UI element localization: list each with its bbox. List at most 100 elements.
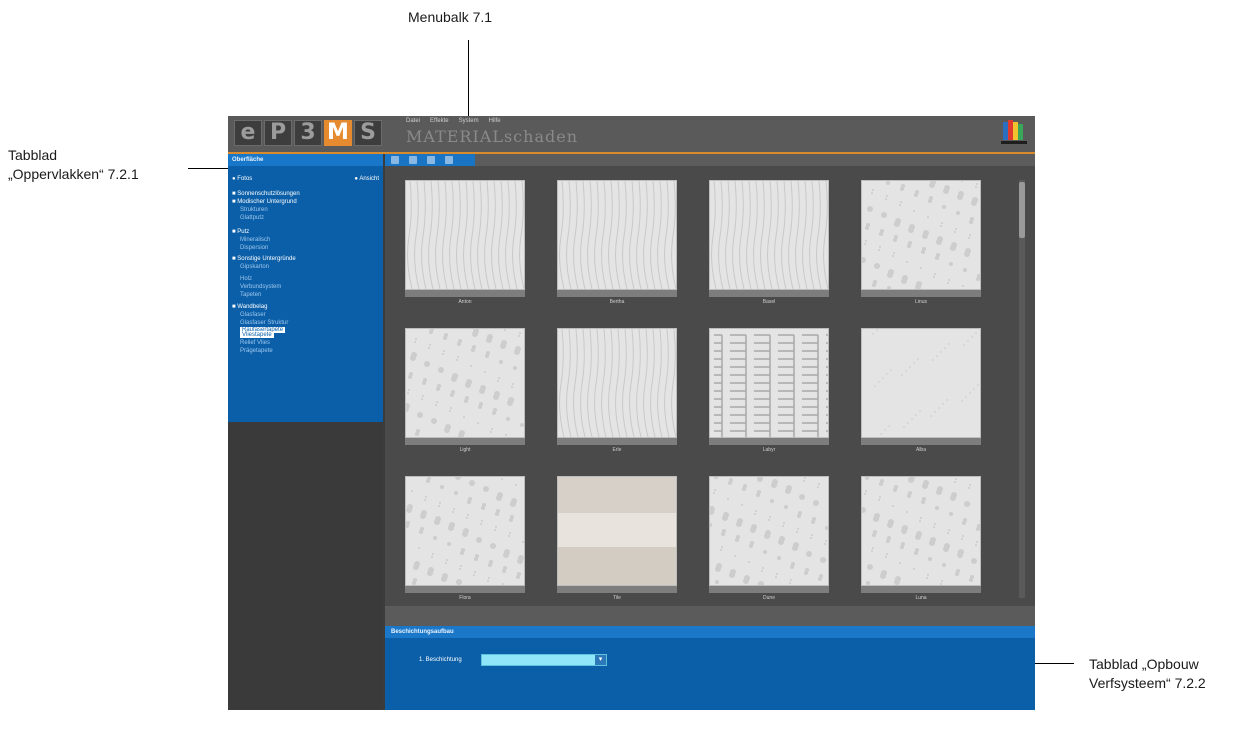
sidebar-item[interactable]: Prägetapete (240, 348, 273, 354)
menu-item-effekte[interactable]: Effekte (430, 118, 449, 124)
swatch-image[interactable] (860, 179, 981, 290)
toolbar-button-2[interactable] (409, 156, 417, 164)
swatch-texture (406, 180, 525, 290)
sidebar-item[interactable]: ■ Sonnenschutzlösungen (232, 191, 300, 197)
swatch-texture (710, 329, 834, 439)
swatch-caption-bar (405, 586, 525, 593)
swatch-caption-bar (709, 586, 829, 593)
photos-option[interactable]: ● Fotos (232, 176, 252, 182)
swatch-image[interactable] (557, 180, 677, 290)
sidebar-item-label: Holz (240, 276, 253, 282)
sidebar-item-label: Sonnenschutzlösungen (237, 191, 300, 197)
swatch-tile[interactable]: Flora (405, 474, 525, 604)
sidebar-item[interactable]: Verbundsystem (240, 284, 281, 290)
sidebar-item[interactable]: Vliestapete (240, 332, 274, 338)
swatch-image[interactable] (405, 474, 525, 586)
swatch-label: Luna (915, 595, 927, 601)
swatch-label: Anton (458, 299, 472, 305)
menu-item-hilfe[interactable]: Hilfe (489, 118, 501, 124)
swatch-caption-bar (557, 586, 677, 593)
logo-letter-p: P (264, 120, 292, 146)
sidebar-item[interactable]: Relief Vlies (240, 340, 270, 346)
caparol-logo-icon (1001, 120, 1027, 144)
sidebar-item-label: Tapeten (240, 292, 262, 298)
toolbar-button-1[interactable] (391, 156, 399, 164)
swatch-image[interactable] (405, 180, 525, 290)
sidebar-item-label: Glasfaser (240, 312, 266, 318)
logo-letter-e: e (234, 120, 262, 146)
swatch-tile[interactable]: Dune (708, 475, 829, 604)
swatch-image[interactable] (557, 476, 677, 586)
sidebar: Oberfläche ● Fotos ● Ansicht ■ Sonnensch… (228, 154, 383, 710)
sidebar-item[interactable]: ■ Wandbelag (232, 304, 267, 310)
swatch-tile[interactable]: Erle (557, 328, 677, 456)
surfaces-panel: Oberfläche ● Fotos ● Ansicht ■ Sonnensch… (228, 154, 383, 422)
swatch-caption-bar (861, 438, 981, 445)
layer-select[interactable]: ▾ (481, 654, 607, 666)
sidebar-item[interactable]: Strukturen (240, 207, 268, 213)
swatch-caption-bar (861, 290, 981, 297)
swatch-label: Labyr (762, 447, 776, 453)
swatch-texture (861, 328, 980, 437)
swatch-caption-bar (861, 586, 981, 593)
sidebar-item[interactable]: ■ Putz (232, 229, 249, 235)
sidebar-item-label: Putz (237, 229, 250, 235)
toolbar-button-3[interactable] (427, 156, 435, 164)
sidebar-item[interactable]: Tapeten (240, 292, 261, 298)
menu-item-system[interactable]: System (459, 118, 479, 124)
swatch-texture (860, 474, 981, 585)
sidebar-item-label: Glasfaser Struktur (240, 320, 289, 326)
scroll-thumb[interactable] (1019, 182, 1025, 238)
swatch-caption-bar (709, 290, 829, 297)
swatch-caption-bar (405, 290, 525, 297)
app-window: e P 3 M S Datei Effekte System Hilfe MAT… (228, 116, 1035, 710)
swatch-texture (860, 179, 981, 290)
swatch-image[interactable] (708, 475, 829, 587)
tab-coating-build[interactable]: Beschichtungsaufbau (385, 626, 1035, 638)
menubar-callout-text: Menubalk 7.1 (408, 9, 493, 25)
surface-browser: Anton Bertha Basel Linus Light Erle Labyr Alba F… (385, 154, 1035, 606)
sidebar-item[interactable]: Dispersion (240, 245, 268, 251)
swatch-tile[interactable]: Bertha (557, 180, 677, 308)
sidebar-item[interactable]: Holz (240, 276, 252, 282)
toolbar-tab (385, 154, 475, 166)
swatch-tile[interactable]: Alba (861, 328, 981, 456)
swatch-image[interactable] (709, 328, 834, 439)
sidebar-item[interactable]: Glattputz (240, 215, 264, 221)
swatch-tile[interactable]: Linus (860, 179, 981, 308)
sidebar-item[interactable]: ■ Sonstige Untergründe (232, 256, 296, 262)
sidebar-item-label: Wandbelag (237, 304, 268, 310)
swatch-image[interactable] (860, 474, 981, 586)
grid-scrollbar[interactable] (1019, 180, 1025, 598)
swatch-label: Basel (762, 299, 776, 305)
menu-item-datei[interactable]: Datei (406, 118, 420, 124)
swatch-image[interactable] (403, 327, 525, 439)
sidebar-item[interactable]: Mineralisch (240, 237, 270, 243)
sidebar-item[interactable]: Gipskarton (240, 264, 269, 270)
swatch-tile[interactable]: Luna (860, 474, 981, 604)
sidebar-item[interactable]: Glasfaser (240, 312, 266, 318)
sidebar-item[interactable]: ■ Modischer Untergrund (232, 199, 297, 205)
sidebar-item-label: Strukturen (240, 207, 268, 213)
sidebar-item[interactable]: Glasfaser Struktur (240, 320, 288, 326)
swatch-image[interactable] (861, 328, 981, 438)
swatch-tile[interactable]: Labyr (709, 328, 834, 456)
swatch-image[interactable] (709, 180, 829, 290)
swatch-tile[interactable]: Light (403, 327, 525, 456)
logo-letter-s: S (354, 120, 382, 146)
swatch-tile[interactable]: Anton (405, 180, 525, 308)
sidebar-item-label: Vliestapete (242, 332, 272, 338)
swatch-tile[interactable]: Tile (557, 476, 677, 604)
toolbar-button-4[interactable] (445, 156, 453, 164)
menubar: e P 3 M S Datei Effekte System Hilfe MAT… (228, 116, 1035, 152)
sidebar-item-label: Dispersion (240, 245, 269, 251)
swatch-caption-bar (557, 290, 677, 297)
swatch-texture (558, 180, 677, 290)
logo-letter-m: M (324, 120, 352, 146)
chevron-down-icon[interactable]: ▾ (595, 655, 606, 665)
view-option[interactable]: ● Ansicht (354, 176, 379, 182)
swatch-texture (710, 180, 829, 290)
tab-surfaces[interactable]: Oberfläche (228, 154, 383, 166)
swatch-image[interactable] (557, 328, 677, 438)
swatch-tile[interactable]: Basel (709, 180, 829, 308)
